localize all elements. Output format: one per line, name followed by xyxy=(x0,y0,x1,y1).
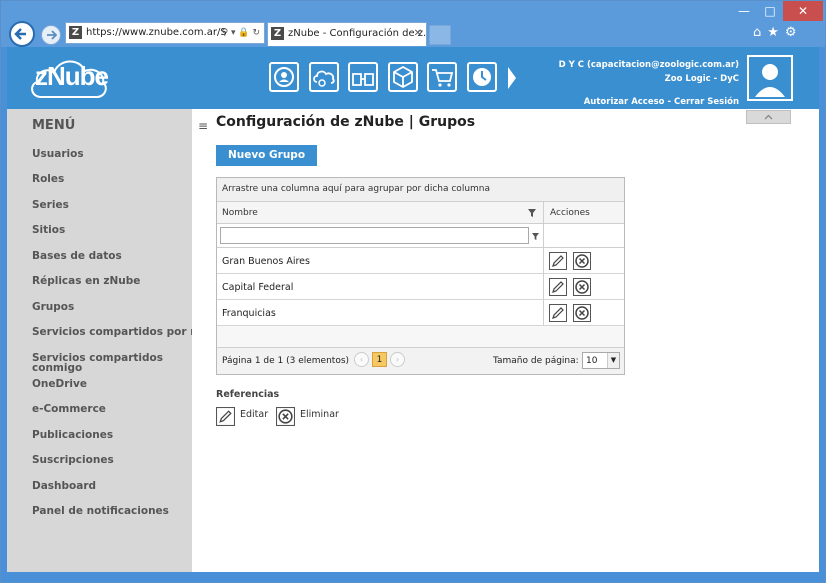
window-bottom-border xyxy=(1,572,825,582)
row-name: Gran Buenos Aires xyxy=(222,256,310,267)
sidebar-item-servicios-compartidos-conmigo[interactable]: Servicios compartidos conmigo xyxy=(32,353,172,374)
sidebar-item-usuarios[interactable]: Usuarios xyxy=(32,149,84,160)
address-bar[interactable]: Z https://www.znube.com.ar/S ⚲ ▾ 🔒 ↻ xyxy=(65,22,265,44)
sidebar-item-sitios[interactable]: Sitios xyxy=(32,225,65,236)
new-group-button[interactable]: Nuevo Grupo xyxy=(216,145,317,166)
references-title: Referencias xyxy=(216,389,280,400)
user-avatar-icon xyxy=(749,57,791,99)
sidebar-item-replicas[interactable]: Réplicas en zNube xyxy=(32,276,140,287)
back-button[interactable] xyxy=(9,21,35,47)
cart-icon[interactable] xyxy=(427,62,457,92)
collapse-header-button[interactable] xyxy=(746,110,791,124)
home-icon[interactable]: ⌂ xyxy=(753,25,767,40)
site-favicon-icon: Z xyxy=(69,26,82,39)
tab-title: zNube - Configuración de z... xyxy=(288,28,427,39)
tab-close-icon[interactable]: ✕ xyxy=(414,23,422,45)
sidebar-item-servicios-compartidos-por-mi[interactable]: Servicios compartidos por mi xyxy=(32,327,192,338)
column-filter-icon[interactable] xyxy=(528,208,536,218)
browser-tab[interactable]: Z zNube - Configuración de z... ✕ xyxy=(267,22,427,46)
sidebar-item-grupos[interactable]: Grupos xyxy=(32,302,74,313)
sidebar-item-bases-de-datos[interactable]: Bases de datos xyxy=(32,251,122,262)
sidebar-item-ecommerce[interactable]: e-Commerce xyxy=(32,404,106,415)
page-size-value: 10 xyxy=(586,356,598,366)
column-header-nombre[interactable]: Nombre xyxy=(222,208,258,218)
page-size-label: Tamaño de página: xyxy=(493,356,579,366)
current-page-button[interactable]: 1 xyxy=(372,352,387,367)
sidebar-item-panel-notificaciones[interactable]: Panel de notificaciones xyxy=(32,506,169,517)
sidebar-item-dashboard[interactable]: Dashboard xyxy=(32,481,96,492)
address-url: https://www.znube.com.ar/S xyxy=(86,27,227,38)
table-row[interactable]: Capital Federal xyxy=(217,274,624,300)
cloud-gear-icon[interactable] xyxy=(309,62,339,92)
empty-grid-area xyxy=(217,326,624,347)
menu-title: MENÚ xyxy=(32,118,76,133)
row-name: Capital Federal xyxy=(222,282,294,293)
user-company: Zoo Logic - DyC xyxy=(664,74,739,84)
prev-page-button[interactable]: ‹ xyxy=(354,352,369,367)
group-panel[interactable]: Arrastre una columna aquí para agrupar p… xyxy=(217,178,624,202)
browser-window: — □ ✕ Z https://www.znube.com.ar/S ⚲ ▾ 🔒… xyxy=(0,0,826,583)
reference-edit-label: Editar xyxy=(240,409,269,420)
new-tab-button[interactable] xyxy=(429,25,451,45)
edit-icon[interactable] xyxy=(549,304,567,322)
back-arrow-icon xyxy=(14,28,26,40)
pager-summary: Página 1 de 1 (3 elementos) xyxy=(222,356,350,366)
next-page-button[interactable]: › xyxy=(390,352,405,367)
chevron-down-icon: ▼ xyxy=(607,353,619,368)
favorites-star-icon[interactable]: ★ xyxy=(767,25,785,40)
logout-link[interactable]: Cerrar Sesión xyxy=(674,97,739,107)
groups-grid: Arrastre una columna aquí para agrupar p… xyxy=(216,177,625,375)
page-title: Configuración de zNube | Grupos xyxy=(216,114,476,130)
sidebar-item-onedrive[interactable]: OneDrive xyxy=(32,379,87,390)
close-window-button[interactable]: ✕ xyxy=(783,1,823,21)
user-cycle-icon[interactable] xyxy=(269,62,299,92)
name-filter-input[interactable] xyxy=(220,227,529,244)
filter-options-icon[interactable] xyxy=(532,232,539,241)
next-arrow-icon[interactable] xyxy=(505,65,519,91)
user-info: D Y C (capacitacion@zoologic.com.ar) Zoo… xyxy=(559,58,739,109)
app-header: zNube D Y C (capacitacion@zoologic.com.a… xyxy=(7,47,819,109)
filter-row xyxy=(217,224,624,248)
hamburger-menu-icon[interactable]: ≡ xyxy=(198,119,208,133)
settings-gear-icon[interactable]: ⚙ xyxy=(785,25,803,40)
grid-pager: Página 1 de 1 (3 elementos) ‹ 1 › Tamaño… xyxy=(217,347,624,374)
reference-delete-icon xyxy=(276,407,295,426)
app-logo[interactable]: zNube xyxy=(35,61,109,92)
column-header-acciones: Acciones xyxy=(550,208,590,218)
sidebar-item-publicaciones[interactable]: Publicaciones xyxy=(32,430,113,441)
authorize-access-link[interactable]: Autorizar Acceso xyxy=(584,97,665,107)
minimize-button[interactable]: — xyxy=(731,1,757,21)
sidebar-item-roles[interactable]: Roles xyxy=(32,174,64,185)
sidebar-item-series[interactable]: Series xyxy=(32,200,69,211)
maximize-button[interactable]: □ xyxy=(757,1,783,21)
sidebar: MENÚ Usuarios Roles Series Sitios Bases … xyxy=(7,109,192,572)
address-tools-icon[interactable]: ⚲ ▾ 🔒 ↻ xyxy=(222,23,260,43)
sidebar-item-suscripciones[interactable]: Suscripciones xyxy=(32,455,114,466)
forward-arrow-icon xyxy=(47,30,58,40)
edit-icon[interactable] xyxy=(549,278,567,296)
table-row[interactable]: Gran Buenos Aires xyxy=(217,248,624,274)
row-name: Franquicias xyxy=(222,308,276,319)
table-row[interactable]: Franquicias xyxy=(217,300,624,326)
reference-edit-icon xyxy=(216,407,235,426)
grid-header: Nombre Acciones xyxy=(217,202,624,224)
delete-icon[interactable] xyxy=(573,278,591,296)
delete-icon[interactable] xyxy=(573,252,591,270)
tab-favicon-icon: Z xyxy=(271,27,284,40)
clock-icon[interactable] xyxy=(467,62,497,92)
forward-button[interactable] xyxy=(41,25,61,45)
shops-icon[interactable] xyxy=(348,62,378,92)
box-icon[interactable] xyxy=(388,62,418,92)
main-content: ≡ Configuración de zNube | Grupos Nuevo … xyxy=(192,109,819,572)
user-line: D Y C (capacitacion@zoologic.com.ar) xyxy=(558,60,739,70)
browser-titlebar: — □ ✕ Z https://www.znube.com.ar/S ⚲ ▾ 🔒… xyxy=(1,1,825,47)
avatar[interactable] xyxy=(747,55,793,101)
edit-icon[interactable] xyxy=(549,252,567,270)
reference-delete-label: Eliminar xyxy=(300,409,339,420)
delete-icon[interactable] xyxy=(573,304,591,322)
browser-tools: ⌂★⚙ xyxy=(753,25,803,40)
chevron-up-icon xyxy=(764,114,773,120)
page-size-select[interactable]: 10 ▼ xyxy=(582,352,620,369)
link-separator: - xyxy=(664,97,674,107)
